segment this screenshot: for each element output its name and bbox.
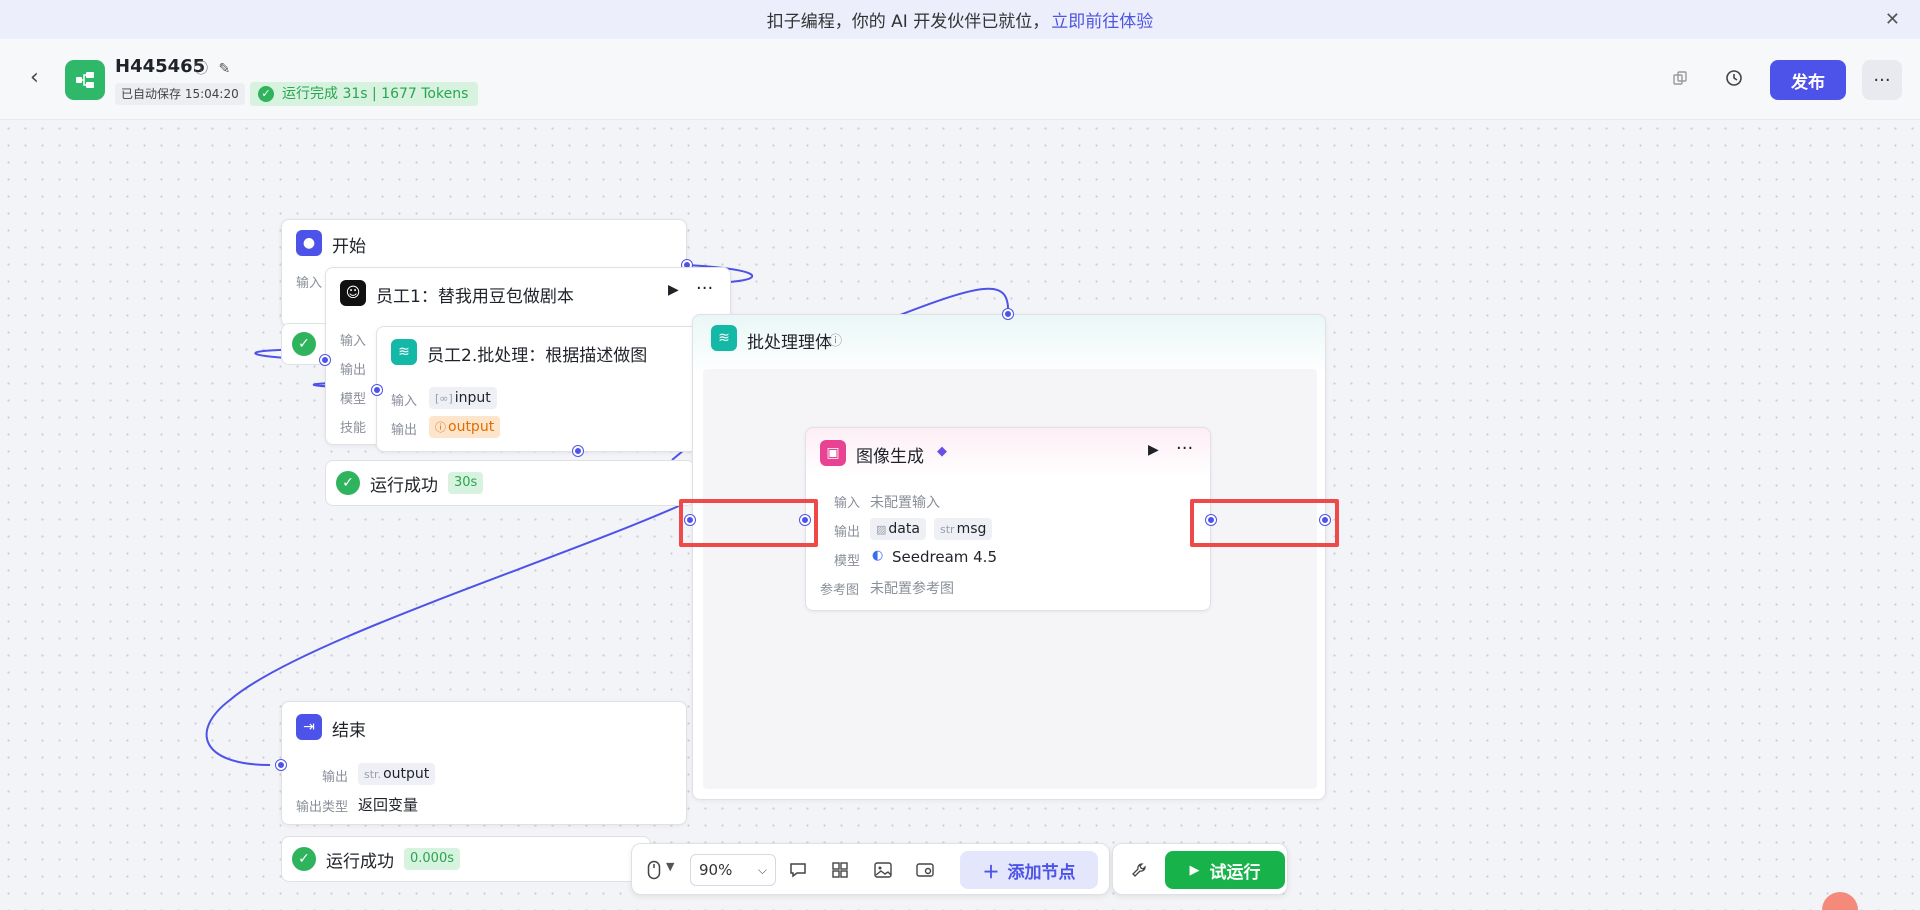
worker1-success-bar: ✓ 运行成功 30s xyxy=(325,460,695,506)
image-gen-input-label: 输入 xyxy=(834,496,861,511)
check-icon: ✓ xyxy=(258,86,274,102)
end-input-port[interactable] xyxy=(276,760,286,770)
highlight-box-left xyxy=(679,499,818,547)
play-icon: ▶ xyxy=(1189,862,1200,878)
minimap-icon[interactable] xyxy=(911,856,939,884)
promo-banner: 扣子编程，你的 AI 开发伙伴已就位， 立即前往体验 ✕ xyxy=(0,0,1920,39)
node-more-icon[interactable]: ··· xyxy=(1176,438,1193,459)
highlight-box-right xyxy=(1190,499,1339,547)
image-gen-ref-value: 未配置参考图 xyxy=(870,581,954,597)
picture-icon: ▨ xyxy=(876,523,887,536)
mouse-icon[interactable] xyxy=(640,856,668,884)
end-node[interactable]: ⇥ 结束 输出 str. output 输出类型 返回变量 xyxy=(281,701,687,825)
worker2-output-port[interactable] xyxy=(573,446,583,456)
run-node-icon[interactable]: ▶ xyxy=(1148,442,1159,458)
plus-icon: ＋ xyxy=(982,862,1000,883)
image-gen-ref-label: 参考图 xyxy=(820,583,860,598)
info-icon[interactable]: ⓘ xyxy=(194,61,208,77)
image-icon[interactable] xyxy=(869,856,897,884)
worker2-node[interactable]: ≋ 员工2.批处理：根据描述做图 输入 [∞] input 输出 ⓘ output xyxy=(376,326,698,452)
end-success-text: 运行成功 xyxy=(326,851,394,872)
worker2-input-port[interactable] xyxy=(372,385,382,395)
image-gen-title: 图像生成 xyxy=(856,447,924,467)
project-name: H445465 xyxy=(115,56,206,77)
run-toolbar: ▶ 试运行 xyxy=(1112,843,1288,895)
agent-icon: ☺ xyxy=(340,280,366,306)
history-icon[interactable] xyxy=(1718,62,1750,94)
worker1-output-label: 输出 xyxy=(340,363,367,378)
banner-link[interactable]: 立即前往体验 xyxy=(1051,7,1153,32)
worker1-input-port[interactable] xyxy=(320,355,330,365)
batch-title: 批处理理体 xyxy=(747,333,832,353)
end-output-label: 输出 xyxy=(322,770,349,785)
worker1-skill-label: 技能 xyxy=(340,421,367,436)
array-icon: [∞] xyxy=(435,392,453,405)
image-gen-model-label: 模型 xyxy=(834,554,861,569)
image-gen-output-label: 输出 xyxy=(834,525,861,540)
worker2-output-label: 输出 xyxy=(391,423,418,438)
canvas-toolbar: ▼ 90% ⌵ ＋ 添加节点 xyxy=(631,843,1110,895)
autosave-status: 已自动保存 15:04:20 xyxy=(115,83,245,105)
worker2-input-label: 输入 xyxy=(391,394,418,409)
info-icon[interactable]: ⓘ xyxy=(829,330,842,349)
close-icon[interactable]: ✕ xyxy=(1885,9,1900,30)
more-button[interactable]: ··· xyxy=(1862,60,1902,100)
banner-text: 扣子编程，你的 AI 开发伙伴已就位， xyxy=(766,12,1050,32)
add-node-button[interactable]: ＋ 添加节点 xyxy=(960,851,1098,889)
test-run-button[interactable]: ▶ 试运行 xyxy=(1165,851,1285,889)
workflow-header: ‹ H445465 ⓘ ✎ 已自动保存 15:04:20 ✓ 运行完成 31s … xyxy=(0,39,1920,120)
publish-button[interactable]: 发布 xyxy=(1770,60,1846,100)
end-title: 结束 xyxy=(332,721,366,741)
edit-icon[interactable]: ✎ xyxy=(218,61,230,77)
batch-icon: ≋ xyxy=(391,339,417,365)
node-more-icon[interactable]: ··· xyxy=(696,278,713,299)
image-gen-output-msg-tag: str msg xyxy=(934,518,993,540)
copy-icon[interactable] xyxy=(1664,62,1696,94)
end-time-tag: 0.000s xyxy=(404,848,460,870)
start-title: 开始 xyxy=(332,237,366,257)
end-success-bar: ✓ 运行成功 0.000s xyxy=(281,836,651,882)
run-status-badge: ✓ 运行完成 31s | 1677 Tokens xyxy=(250,82,479,106)
zoom-select[interactable]: 90% ⌵ xyxy=(690,854,776,886)
warning-icon: ⓘ xyxy=(435,421,446,434)
run-status-text: 运行完成 31s | 1677 Tokens xyxy=(282,86,469,102)
check-icon: ✓ xyxy=(336,471,360,495)
image-icon: ▣ xyxy=(820,440,846,466)
end-type-value: 返回变量 xyxy=(358,796,419,814)
image-gen-input-value: 未配置输入 xyxy=(870,495,940,511)
worker1-model-label: 模型 xyxy=(340,392,367,407)
layout-icon[interactable] xyxy=(826,856,854,884)
diamond-icon: ◆ xyxy=(937,444,947,459)
worker2-title: 员工2.批处理：根据描述做图 xyxy=(427,346,648,366)
wrench-icon[interactable] xyxy=(1125,856,1153,884)
chevron-down-icon[interactable]: ▼ xyxy=(666,860,674,873)
worker1-time-tag: 30s xyxy=(448,472,484,494)
worker1-success-text: 运行成功 xyxy=(370,475,438,496)
batch-icon: ≋ xyxy=(711,325,737,351)
image-gen-model-value: Seedream 4.5 xyxy=(892,548,997,566)
worker2-input-tag: [∞] input xyxy=(429,387,497,409)
image-gen-node[interactable]: ▣ 图像生成 ◆ ▶ ··· 输入 未配置输入 输出 ▨ data str msg … xyxy=(805,427,1211,611)
workflow-logo-icon xyxy=(65,60,105,100)
batch-input-port[interactable] xyxy=(1003,309,1013,319)
end-type-label: 输出类型 xyxy=(296,800,349,815)
run-node-icon[interactable]: ▶ xyxy=(668,282,679,298)
chevron-down-icon: ⌵ xyxy=(757,863,767,877)
start-icon: ● xyxy=(296,230,322,256)
check-icon: ✓ xyxy=(292,847,316,871)
workflow-canvas[interactable]: ● 开始 输入 ✓ ☺ 员工1：替我用豆包做剧本 ▶ ··· 输入 输出 模型 … xyxy=(0,120,1920,910)
back-button[interactable]: ‹ xyxy=(30,65,39,90)
worker1-title: 员工1：替我用豆包做剧本 xyxy=(376,287,574,307)
worker1-input-label: 输入 xyxy=(340,334,367,349)
seedream-logo-icon: ◐ xyxy=(872,548,884,563)
image-gen-output-data-tag: ▨ data xyxy=(870,518,926,540)
check-icon: ✓ xyxy=(292,332,316,356)
end-icon: ⇥ xyxy=(296,714,322,740)
worker2-output-tag: ⓘ output xyxy=(429,416,501,438)
start-input-label: 输入 xyxy=(296,276,323,291)
end-output-tag: str. output xyxy=(358,763,436,785)
comment-icon[interactable] xyxy=(784,856,812,884)
